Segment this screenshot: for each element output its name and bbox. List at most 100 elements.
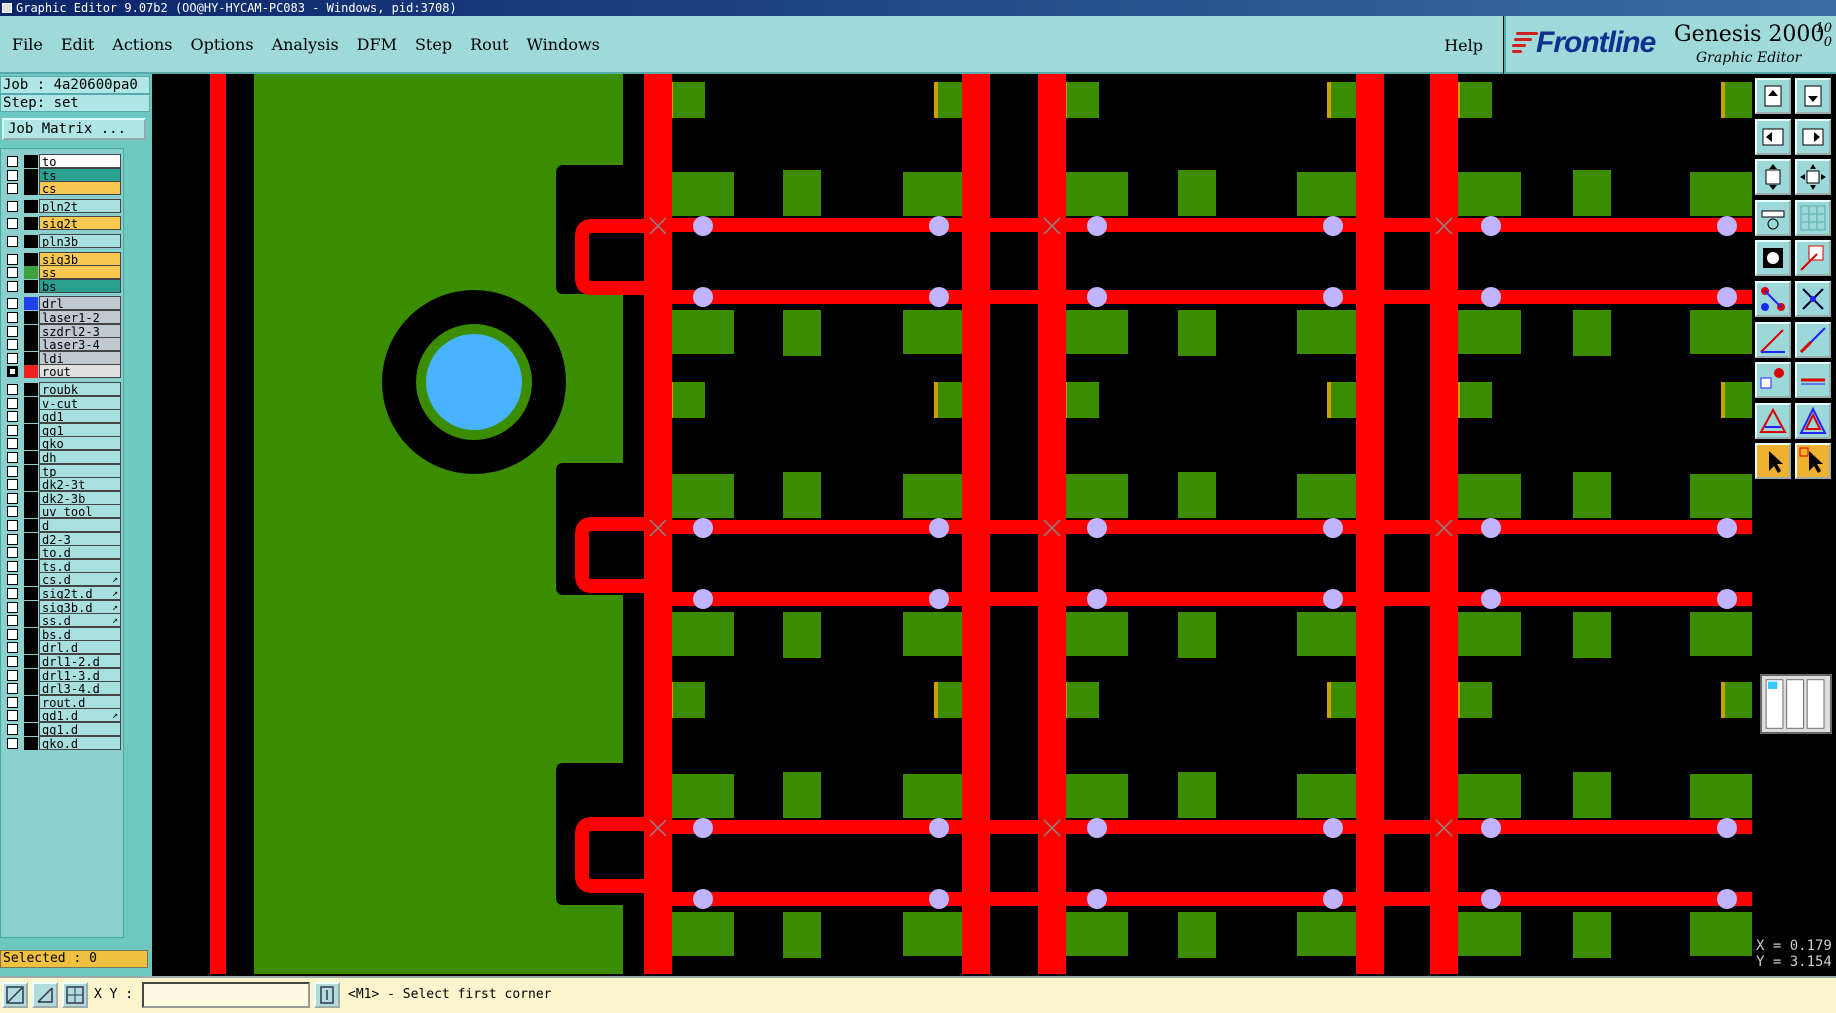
layer-color-swatch[interactable] bbox=[24, 709, 38, 723]
layer-row-roubk[interactable]: roubk bbox=[3, 382, 121, 396]
menu-file[interactable]: File bbox=[0, 35, 52, 54]
layer-row-dk2-3t[interactable]: dk2-3t bbox=[3, 477, 121, 492]
layer-color-swatch[interactable] bbox=[24, 252, 38, 266]
layer-row-gg1.d[interactable]: gg1.d bbox=[3, 722, 121, 736]
layer-row-sig2t.d[interactable]: sig2t.d ↗ bbox=[3, 586, 121, 600]
layer-checkbox[interactable] bbox=[7, 452, 18, 463]
layer-color-swatch[interactable] bbox=[24, 478, 38, 492]
layer-checkbox[interactable] bbox=[7, 200, 18, 212]
layer-row-d2-3[interactable]: d2-3 bbox=[3, 531, 121, 546]
triangle-outline-icon[interactable] bbox=[1795, 402, 1831, 439]
layer-row-to.d[interactable]: to.d bbox=[3, 545, 121, 560]
layer-row-drl1-3.d[interactable]: drl1-3.d bbox=[3, 667, 121, 682]
layer-row-cs.d[interactable]: cs.d ↗ bbox=[3, 572, 121, 587]
xy-input[interactable] bbox=[142, 982, 310, 1008]
line-blue-icon[interactable] bbox=[1795, 321, 1831, 358]
layer-color-swatch[interactable] bbox=[24, 600, 38, 614]
menu-options[interactable]: Options bbox=[182, 35, 263, 54]
snap-icon[interactable] bbox=[1755, 240, 1791, 277]
layer-checkbox[interactable] bbox=[7, 438, 18, 450]
layer-color-swatch[interactable] bbox=[24, 168, 38, 182]
layer-color-swatch[interactable] bbox=[24, 614, 38, 628]
layer-row-tp[interactable]: tp bbox=[3, 463, 121, 478]
layer-color-swatch[interactable] bbox=[24, 365, 38, 379]
fit-all-icon[interactable] bbox=[1795, 159, 1831, 196]
layer-checkbox[interactable] bbox=[7, 710, 18, 722]
layer-row-laser1-2[interactable]: laser1-2 bbox=[3, 310, 121, 324]
layer-color-swatch[interactable] bbox=[24, 338, 38, 352]
layer-color-swatch[interactable] bbox=[24, 641, 38, 655]
menu-dfm[interactable]: DFM bbox=[348, 35, 406, 54]
layer-checkbox[interactable] bbox=[7, 520, 18, 531]
layer-checkbox[interactable] bbox=[7, 366, 18, 378]
layer-color-swatch[interactable] bbox=[24, 217, 38, 231]
fit-vertical-icon[interactable] bbox=[1755, 159, 1791, 196]
layer-color-swatch[interactable] bbox=[24, 423, 38, 437]
measure-icon[interactable] bbox=[1755, 199, 1791, 236]
layer-checkbox[interactable] bbox=[7, 253, 18, 265]
layer-color-swatch[interactable] bbox=[24, 297, 38, 311]
pointer-icon[interactable] bbox=[1755, 443, 1791, 480]
cross-snap-icon[interactable] bbox=[1795, 281, 1831, 317]
layer-color-swatch[interactable] bbox=[24, 266, 38, 280]
layer-row-ldi[interactable]: ldi bbox=[3, 350, 121, 365]
layer-checkbox[interactable] bbox=[7, 325, 18, 337]
angle-tool-icon[interactable] bbox=[32, 982, 58, 1008]
layer-checkbox[interactable] bbox=[7, 169, 18, 181]
layer-color-swatch[interactable] bbox=[24, 279, 38, 293]
layer-color-swatch[interactable] bbox=[24, 587, 38, 600]
minus-icon[interactable] bbox=[1795, 362, 1831, 399]
layer-row-szdrl2-3[interactable]: szdrl2-3 bbox=[3, 323, 121, 338]
layer-row-sig3b[interactable]: sig3b bbox=[3, 251, 121, 266]
layer-checkbox[interactable] bbox=[7, 424, 18, 436]
zoom-top-icon[interactable] bbox=[1755, 78, 1791, 114]
layer-checkbox[interactable] bbox=[7, 588, 18, 599]
layer-checkbox[interactable] bbox=[7, 615, 18, 627]
layer-color-swatch[interactable] bbox=[24, 695, 38, 709]
layer-checkbox[interactable] bbox=[7, 737, 18, 749]
layer-checkbox[interactable] bbox=[7, 628, 18, 640]
layer-row-bs[interactable]: bs bbox=[3, 278, 121, 293]
layer-checkbox[interactable] bbox=[7, 312, 18, 323]
layer-row-v-cut[interactable]: v-cut bbox=[3, 395, 121, 410]
layer-row-gko[interactable]: gko bbox=[3, 436, 121, 451]
layer-color-swatch[interactable] bbox=[24, 723, 38, 736]
layer-row-gd1[interactable]: gd1 bbox=[3, 409, 121, 424]
layer-color-swatch[interactable] bbox=[24, 655, 38, 668]
layer-row-drl3-4.d[interactable]: drl3-4.d bbox=[3, 681, 121, 696]
layer-checkbox[interactable] bbox=[7, 156, 18, 167]
layer-color-swatch[interactable] bbox=[24, 324, 38, 338]
layer-checkbox[interactable] bbox=[7, 280, 18, 292]
layer-color-swatch[interactable] bbox=[24, 199, 38, 213]
layer-row-bs.d[interactable]: bs.d bbox=[3, 626, 121, 641]
layer-color-swatch[interactable] bbox=[24, 464, 38, 478]
layer-row-dh[interactable]: dh bbox=[3, 450, 121, 464]
layer-color-swatch[interactable] bbox=[24, 311, 38, 324]
layer-checkbox[interactable] bbox=[7, 267, 18, 279]
layer-checkbox[interactable] bbox=[7, 656, 18, 667]
zoom-bottom-icon[interactable] bbox=[1795, 78, 1831, 114]
layer-checkbox[interactable] bbox=[7, 465, 18, 477]
layer-color-swatch[interactable] bbox=[24, 410, 38, 424]
layer-checkbox[interactable] bbox=[7, 298, 18, 310]
layer-color-swatch[interactable] bbox=[24, 546, 38, 560]
layer-checkbox[interactable] bbox=[7, 601, 18, 613]
menu-analysis[interactable]: Analysis bbox=[263, 35, 348, 54]
layer-checkbox[interactable] bbox=[7, 696, 18, 708]
layer-checkbox[interactable] bbox=[7, 533, 18, 545]
layer-row-gg1[interactable]: gg1 bbox=[3, 422, 121, 437]
layer-color-swatch[interactable] bbox=[24, 532, 38, 546]
layer-checkbox[interactable] bbox=[7, 479, 18, 491]
graphic-canvas[interactable] bbox=[152, 74, 1752, 974]
layer-row-gko.d[interactable]: gko.d bbox=[3, 735, 121, 750]
layer-row-ss.d[interactable]: ss.d ↗ bbox=[3, 613, 121, 628]
layer-checkbox[interactable] bbox=[7, 183, 18, 195]
pan-left-icon[interactable] bbox=[1755, 118, 1791, 155]
layer-checkbox[interactable] bbox=[7, 683, 18, 695]
layer-color-swatch[interactable] bbox=[24, 736, 38, 750]
layer-checkbox[interactable] bbox=[7, 236, 18, 247]
layer-checkbox[interactable] bbox=[7, 339, 18, 351]
layer-color-swatch[interactable] bbox=[24, 573, 38, 587]
layer-color-swatch[interactable] bbox=[24, 396, 38, 410]
layer-row-drl1-2.d[interactable]: drl1-2.d bbox=[3, 654, 121, 668]
